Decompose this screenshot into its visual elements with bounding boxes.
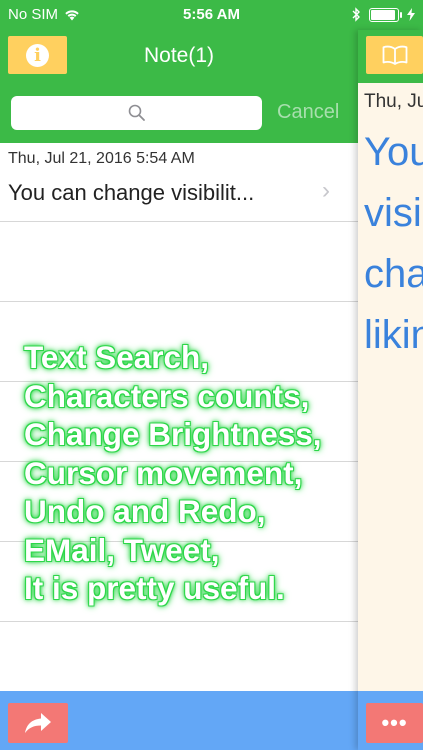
bottom-toolbar [0,691,358,750]
list-item[interactable]: Thu, Jul 21, 2016 5:54 AM You can change… [0,143,358,222]
more-icon: ••• [381,710,408,735]
search-bar: Cancel [0,83,358,143]
share-button[interactable] [8,703,68,743]
book-icon [382,45,407,65]
detail-line: liking [364,313,423,357]
promo-line: Characters counts, [24,377,310,414]
charging-icon [407,8,415,21]
nav-bar: i Note(1) [0,30,358,83]
detail-line: visibility [364,191,423,235]
search-icon [128,104,145,121]
detail-toolbar: ••• [358,691,423,750]
page-title: Note(1) [143,44,215,67]
promo-line: Text Search, [24,339,210,375]
chevron-right-icon: › [322,177,330,204]
book-button[interactable] [366,36,423,74]
promo-line: Cursor movement, [24,454,303,491]
promo-line: It is pretty useful. [24,570,285,606]
detail-line: change [364,252,423,296]
more-button[interactable]: ••• [366,703,423,743]
note-detail-panel: Thu, Jul 21, 2016 5:54 AM You can change… [358,30,423,750]
list-item-empty [0,222,358,302]
promo-line: Undo and Redo, [24,493,266,529]
detail-nav-bar [358,30,423,83]
battery-icon [369,7,402,22]
note-date: Thu, Jul 21, 2016 5:54 AM [8,150,195,167]
promo-line: EMail, Tweet, [24,531,220,568]
status-right [352,7,415,22]
bluetooth-icon [352,7,360,22]
search-input[interactable] [11,96,262,130]
status-bar: No SIM 5:56 AM [0,0,423,30]
promo-line: Change Brightness, [24,416,322,452]
detail-body[interactable]: You can change visibility change liking [364,122,423,366]
detail-line: You can change [364,130,423,174]
cancel-button[interactable]: Cancel [277,101,339,124]
note-title: You can change visibilit... [8,180,255,205]
share-arrow-icon [25,713,51,733]
promo-text: Text Search, Characters counts, Change B… [24,338,404,608]
detail-date: Thu, Jul 21, 2016 5:54 AM [364,91,423,112]
